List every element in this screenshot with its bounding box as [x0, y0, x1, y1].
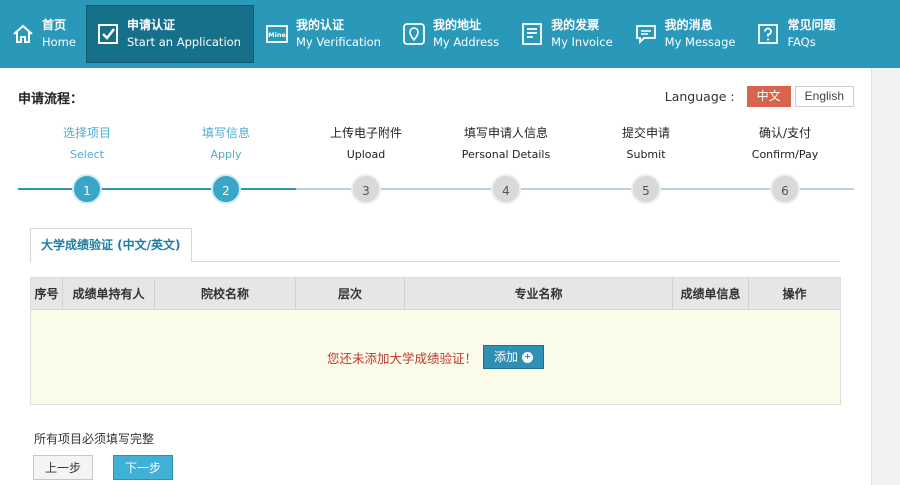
scrollbar[interactable] — [871, 68, 900, 485]
table-header: 序号 成绩单持有人 院校名称 层次 专业名称 成绩单信息 操作 — [31, 278, 840, 310]
add-transcript-button[interactable]: 添加 + — [483, 345, 545, 369]
tab-bar: 大学成绩验证 (中文/英文) — [30, 228, 840, 263]
column-header-actions: 操作 — [782, 287, 807, 301]
steps-track-completed — [18, 188, 296, 190]
nav-label-cn: 我的认证 — [295, 18, 344, 32]
step-label-cn: 提交申请 — [621, 126, 670, 140]
language-chinese-button[interactable]: 中文 — [746, 86, 791, 107]
step-label-cn: 填写申请人信息 — [463, 126, 548, 140]
progress-steps: 选择项目 Select 1 填写信息 Apply 2 上传电子附件 Upload… — [18, 124, 854, 214]
step-personal-details: 填写申请人信息 Personal Details 4 — [446, 124, 566, 204]
nav-label-en: Home — [42, 35, 76, 49]
step-label-en: Confirm/Pay — [751, 148, 819, 161]
step-submit: 提交申请 Submit 5 — [586, 124, 706, 204]
nav-item-my-invoice[interactable]: 我的发票 My Invoice — [509, 0, 623, 68]
nav-item-my-address[interactable]: 我的地址 My Address — [391, 0, 509, 68]
nav-label-en: My Message — [664, 35, 736, 49]
column-header-major: 专业名称 — [405, 278, 673, 309]
language-english-button[interactable]: English — [794, 86, 854, 107]
step-label-en: Select — [70, 148, 104, 161]
step-number: 4 — [491, 174, 521, 204]
nav-label-en: My Invoice — [551, 35, 613, 49]
language-label: Language : — [664, 89, 735, 104]
add-button-label: 添加 — [494, 350, 519, 364]
nav-label-cn: 我的地址 — [432, 18, 481, 32]
step-number: 5 — [631, 174, 661, 204]
step-label-cn: 上传电子附件 — [329, 126, 402, 140]
next-step-button[interactable]: 下一步 — [113, 455, 173, 480]
step-label-en: Personal Details — [461, 148, 551, 161]
step-number: 2 — [211, 174, 241, 204]
nav-item-start-application[interactable]: 申请认证 Start an Application — [85, 5, 254, 63]
step-apply: 填写信息 Apply 2 — [166, 124, 286, 204]
nav-label-cn: 常见问题 — [787, 18, 836, 32]
plus-circle-icon: + — [522, 351, 534, 363]
column-header-holder: 成绩单持有人 — [63, 278, 155, 309]
nav-item-my-verification[interactable]: Mine 我的认证 My Verification — [254, 0, 391, 68]
nav-label-en: My Verification — [295, 35, 381, 49]
step-label-cn: 确认/支付 — [758, 126, 812, 140]
column-header-index: 序号 — [31, 278, 63, 309]
step-label-cn: 选择项目 — [62, 126, 111, 140]
nav-label-cn: 首页 — [42, 18, 67, 32]
required-note: 所有项目必须填写完整 — [34, 432, 155, 446]
nav-item-home[interactable]: 首页 Home — [0, 0, 86, 68]
column-header-transcript-info: 成绩单信息 — [673, 278, 749, 309]
table-empty-body: 您还未添加大学成绩验证！ 添加 + — [31, 310, 840, 404]
page: 首页 Home 申请认证 Start an Application Mine 我… — [0, 0, 900, 485]
nav-label-en: Start an Application — [126, 35, 241, 49]
nav-label-cn: 申请认证 — [126, 18, 175, 32]
step-label-en: Apply — [210, 148, 242, 161]
nav-label-en: FAQs — [787, 35, 816, 49]
nav-item-my-message[interactable]: 我的消息 My Message — [623, 0, 746, 68]
mine-icon-text: Mine — [268, 31, 286, 39]
main-content: 申请流程： Language : 中文 English 选择项目 Select … — [0, 68, 871, 485]
nav-item-faqs[interactable]: 常见问题 FAQs — [745, 0, 845, 68]
step-number: 3 — [351, 174, 381, 204]
nav-label-en: My Address — [432, 35, 500, 49]
step-label-cn: 填写信息 — [201, 126, 250, 140]
tab-university-transcript[interactable]: 大学成绩验证 (中文/英文) — [30, 228, 192, 263]
step-number: 1 — [72, 174, 102, 204]
step-confirm-pay: 确认/支付 Confirm/Pay 6 — [725, 124, 845, 204]
step-upload: 上传电子附件 Upload 3 — [306, 124, 426, 204]
nav-label-cn: 我的消息 — [664, 18, 713, 32]
question-icon — [757, 23, 779, 45]
step-label-en: Submit — [626, 148, 666, 161]
step-select: 选择项目 Select 1 — [27, 124, 147, 204]
step-number: 6 — [770, 174, 800, 204]
empty-message: 您还未添加大学成绩验证！ — [326, 350, 477, 366]
language-switcher: Language : 中文 English — [665, 86, 854, 107]
invoice-icon — [521, 23, 543, 45]
transcript-table: 序号 成绩单持有人 院校名称 层次 专业名称 成绩单信息 操作 您还未添加大学成… — [30, 277, 841, 405]
message-icon — [635, 23, 657, 45]
page-title: 申请流程： — [18, 92, 84, 107]
column-header-institution: 院校名称 — [155, 278, 296, 309]
checkbox-icon — [97, 23, 119, 45]
home-icon — [12, 23, 34, 45]
nav-label-cn: 我的发票 — [551, 18, 600, 32]
previous-step-button[interactable]: 上一步 — [33, 455, 93, 480]
mine-card-icon: Mine — [266, 23, 288, 45]
top-nav: 首页 Home 申请认证 Start an Application Mine 我… — [0, 0, 900, 68]
column-header-level: 层次 — [296, 278, 405, 309]
step-label-en: Upload — [346, 148, 386, 161]
location-pin-icon — [403, 23, 425, 45]
